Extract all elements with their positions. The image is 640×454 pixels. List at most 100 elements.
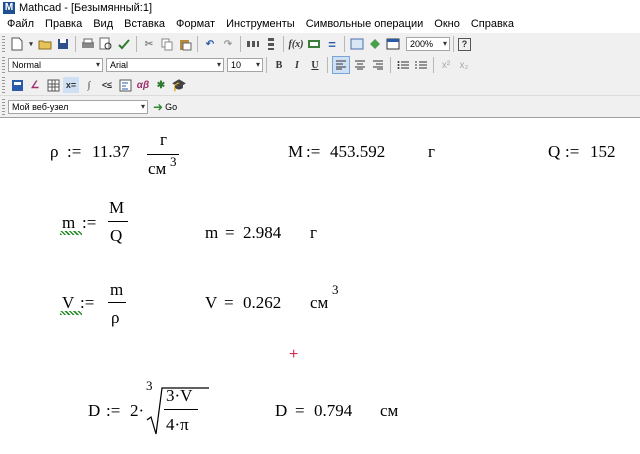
V-symbol: V bbox=[205, 293, 218, 312]
address-select[interactable]: Мой веб-узел ▾ bbox=[8, 99, 148, 114]
menu-symbolics[interactable]: Символьные операции bbox=[299, 18, 428, 30]
assign-operator: := bbox=[82, 213, 97, 232]
cut-icon[interactable]: ✂ bbox=[141, 36, 157, 52]
title-bar: M Mathcad - [Безымянный:1] bbox=[0, 0, 640, 16]
font-select[interactable]: Arial ▾ bbox=[106, 58, 224, 72]
paste-icon[interactable] bbox=[177, 36, 193, 52]
bold-button[interactable]: B bbox=[271, 57, 287, 73]
calculator-toolbar-icon[interactable] bbox=[9, 77, 25, 93]
new-document-icon[interactable] bbox=[9, 36, 25, 52]
assign-operator: := bbox=[306, 142, 321, 161]
print-icon[interactable] bbox=[80, 36, 96, 52]
toolbar-separator bbox=[283, 36, 284, 52]
numbered-list-icon[interactable] bbox=[413, 57, 429, 73]
greek-toolbar-icon[interactable]: αβ bbox=[135, 77, 151, 93]
font-value: Arial bbox=[110, 60, 129, 70]
save-icon[interactable] bbox=[55, 36, 71, 52]
align-across-icon[interactable] bbox=[245, 36, 261, 52]
chevron-down-icon: ▾ bbox=[95, 60, 100, 69]
align-down-icon[interactable] bbox=[263, 36, 279, 52]
V-denominator: ρ bbox=[111, 308, 120, 327]
calculus-toolbar-icon[interactable]: ∫ bbox=[81, 77, 97, 93]
menu-help[interactable]: Справка bbox=[464, 18, 518, 30]
D-symbol: D bbox=[88, 401, 101, 420]
standard-toolbar: ▾ ✂ ↶ ↷ f(x) = 200% ▾ ? bbox=[0, 33, 640, 56]
formatting-toolbar: Normal ▾ Arial ▾ 10 ▾ B I U x² x₂ bbox=[0, 55, 640, 76]
modifiers-toolbar-icon[interactable]: 🎓 bbox=[171, 77, 187, 93]
undo-icon[interactable]: ↶ bbox=[202, 36, 218, 52]
insertion-crosshair-icon: + bbox=[289, 346, 299, 363]
Q-value: 152 bbox=[590, 142, 616, 161]
toolbar-separator bbox=[344, 36, 345, 52]
graph-toolbar-icon[interactable]: ∠ bbox=[27, 77, 43, 93]
D-value: 0.794 bbox=[314, 401, 353, 420]
go-label: Go bbox=[165, 101, 178, 112]
warning-underline bbox=[60, 311, 82, 315]
align-right-icon[interactable] bbox=[370, 57, 386, 73]
programming-toolbar-icon[interactable] bbox=[117, 77, 133, 93]
V-numerator: m bbox=[110, 280, 124, 299]
warning-underline bbox=[60, 231, 82, 235]
font-size-value: 10 bbox=[231, 60, 242, 70]
redo-icon[interactable]: ↷ bbox=[220, 36, 236, 52]
style-select[interactable]: Normal ▾ bbox=[8, 58, 103, 72]
go-button[interactable]: ➜ Go bbox=[153, 100, 177, 114]
toolbar-separator bbox=[240, 36, 241, 52]
Q-symbol: Q bbox=[548, 142, 561, 161]
insert-unit-icon[interactable] bbox=[306, 36, 322, 52]
menu-bar: Файл Правка Вид Вставка Формат Инструмен… bbox=[0, 16, 640, 32]
rho-unit-numerator: г bbox=[160, 130, 167, 149]
assign-operator: := bbox=[80, 293, 95, 312]
chevron-down-icon: ▾ bbox=[216, 60, 221, 69]
zoom-select[interactable]: 200% ▾ bbox=[406, 37, 450, 51]
math-toolbar: ∠ x= ∫ <≤ αβ ✱ 🎓 bbox=[0, 75, 640, 96]
menu-edit[interactable]: Правка bbox=[38, 18, 86, 30]
new-dropdown-chevron-icon[interactable]: ▾ bbox=[27, 36, 35, 52]
subscript-icon[interactable]: x₂ bbox=[456, 57, 472, 73]
copy-icon[interactable] bbox=[159, 36, 175, 52]
rho-unit-denominator: см bbox=[148, 159, 167, 178]
fraction-bar bbox=[108, 221, 128, 222]
font-size-select[interactable]: 10 ▾ bbox=[227, 58, 263, 72]
menu-window[interactable]: Окно bbox=[427, 18, 464, 30]
resource-center-icon[interactable] bbox=[385, 36, 401, 52]
window-title: Mathcad - [Безымянный:1] bbox=[19, 2, 153, 14]
assign-operator: := bbox=[106, 401, 121, 420]
align-center-icon[interactable] bbox=[352, 57, 368, 73]
insert-function-icon[interactable]: f(x) bbox=[288, 36, 304, 52]
italic-button[interactable]: I bbox=[289, 57, 305, 73]
menu-file[interactable]: Файл bbox=[0, 18, 38, 30]
spell-check-icon[interactable] bbox=[116, 36, 132, 52]
menu-insert[interactable]: Вставка bbox=[117, 18, 169, 30]
m-symbol: m bbox=[205, 223, 219, 242]
equals-operator: = bbox=[295, 401, 305, 420]
toolbar-separator bbox=[390, 57, 391, 73]
toolbar-grip bbox=[2, 77, 5, 93]
mathcad-logo-icon: M bbox=[3, 2, 15, 14]
bullet-list-icon[interactable] bbox=[395, 57, 411, 73]
worksheet[interactable]: ρ := 11.37 г см 3 M := 453.592 г Q := 15… bbox=[0, 118, 640, 454]
M-value: 453.592 bbox=[330, 142, 386, 161]
matrix-toolbar-icon[interactable] bbox=[45, 77, 61, 93]
evaluation-toolbar-icon[interactable]: x= bbox=[63, 77, 79, 93]
boolean-toolbar-icon[interactable]: <≤ bbox=[99, 77, 115, 93]
menu-tools[interactable]: Инструменты bbox=[219, 18, 299, 30]
toolbar-grip bbox=[2, 98, 5, 115]
menu-view[interactable]: Вид bbox=[86, 18, 117, 30]
calculate-icon[interactable] bbox=[367, 36, 383, 52]
open-folder-icon[interactable] bbox=[37, 36, 53, 52]
insert-component-icon[interactable] bbox=[349, 36, 365, 52]
D-unit: см bbox=[380, 401, 399, 420]
symbolic-toolbar-icon[interactable]: ✱ bbox=[153, 77, 169, 93]
toolbar-separator bbox=[75, 36, 76, 52]
m-symbol: m bbox=[62, 213, 76, 232]
superscript-icon[interactable]: x² bbox=[438, 57, 454, 73]
rho-symbol: ρ bbox=[50, 142, 59, 161]
equals-icon[interactable]: = bbox=[324, 36, 340, 52]
underline-button[interactable]: U bbox=[307, 57, 323, 73]
help-icon[interactable]: ? bbox=[458, 37, 471, 51]
menu-format[interactable]: Формат bbox=[169, 18, 219, 30]
assign-operator: := bbox=[67, 142, 82, 161]
print-preview-icon[interactable] bbox=[98, 36, 114, 52]
align-left-icon[interactable] bbox=[332, 56, 350, 74]
